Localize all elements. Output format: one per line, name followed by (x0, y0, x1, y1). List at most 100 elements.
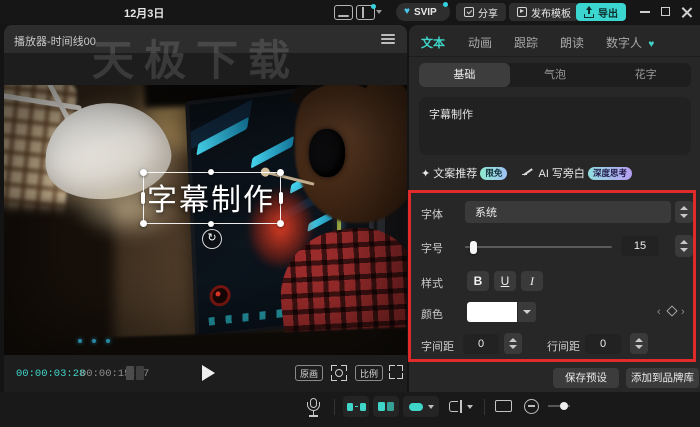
link-clips-button[interactable] (403, 396, 439, 417)
magnifier-icon[interactable] (331, 365, 347, 381)
frames-icon[interactable] (126, 366, 146, 380)
chevron-down-icon (427, 404, 434, 409)
handle-top-right[interactable] (277, 169, 284, 176)
divider (334, 399, 335, 415)
handle-bottom-left[interactable] (140, 220, 147, 227)
tab-text[interactable]: 文本 (421, 34, 445, 51)
deep-think-badge: 深度思考 (588, 167, 633, 180)
free-badge: 限免 (480, 167, 508, 180)
bold-button[interactable]: B (467, 271, 489, 291)
rotate-handle[interactable]: ↻ (202, 229, 222, 249)
handle-mid-left[interactable] (141, 192, 145, 204)
tab-readaloud[interactable]: 朗读 (560, 34, 584, 51)
screen-emblem (209, 284, 232, 308)
keyframe-prev-icon[interactable]: ‹ (657, 306, 661, 318)
handle-bottom-center[interactable] (208, 221, 214, 227)
divider (409, 56, 700, 57)
letter-spacing-value[interactable]: 0 (463, 334, 499, 354)
tab-digital-human[interactable]: 数字人 ♥ (606, 34, 654, 51)
subtab-track: 基础 气泡 花字 (419, 63, 691, 87)
overlay-text[interactable]: 字幕制作 (140, 175, 282, 219)
window-maximize-button[interactable] (661, 7, 670, 16)
timeline-zoom-slider[interactable] (548, 402, 570, 410)
preview-axis-icon[interactable] (495, 400, 512, 412)
ai-narration-button[interactable]: AI 写旁白 (538, 168, 584, 180)
tab-animation[interactable]: 动画 (468, 34, 492, 51)
font-dropdown[interactable]: 系统 (465, 201, 671, 223)
divider (484, 399, 485, 415)
copy-reco-button[interactable]: 文案推荐 (433, 168, 477, 180)
keyframe-diamond-icon[interactable] (666, 305, 678, 317)
subtab-bubble[interactable]: 气泡 (510, 63, 601, 87)
line-spacing-value[interactable]: 0 (585, 334, 621, 354)
export-button[interactable]: 导出 (576, 3, 626, 21)
font-label: 字体 (421, 209, 443, 221)
color-dropdown-button[interactable] (518, 302, 536, 322)
auto-captions-button[interactable] (373, 396, 399, 417)
keyboard-leds (78, 339, 124, 345)
line-spacing-stepper[interactable] (630, 333, 648, 354)
date-label: 12月3日 (124, 8, 165, 20)
captions-panel-icon[interactable] (334, 5, 353, 20)
chevron-down-icon (466, 404, 473, 409)
underline-button[interactable]: U (494, 271, 516, 291)
text-settings-panel: 文本 动画 跟踪 朗读 数字人 ♥ 基础 气泡 花字 字幕制作 ✦ 文案推荐 限… (408, 25, 700, 392)
timeline-toolbar: Z 这里下载站 heredown.com (0, 392, 700, 427)
window-minimize-button[interactable] (640, 11, 650, 13)
heart-icon: ♥ (404, 6, 410, 17)
app-window: 12月3日 ♥ SVIP 分享 发布模板 导出 播放器-时间线00 天极下载 字… (0, 0, 700, 427)
export-upload-icon (584, 5, 594, 18)
zoom-out-icon[interactable] (524, 399, 539, 414)
add-to-brand-button[interactable]: 添加到品牌库 (626, 368, 699, 388)
split-clip-button[interactable] (343, 396, 369, 417)
ai-pen-icon (522, 167, 533, 177)
size-stepper[interactable] (675, 235, 693, 257)
layout-panel-icon[interactable] (356, 4, 376, 20)
text-overlay-selection[interactable]: 字幕制作 ↻ (140, 169, 284, 249)
line-spacing-label: 行间距 (547, 341, 580, 353)
size-slider[interactable] (465, 240, 612, 254)
size-label: 字号 (421, 243, 443, 255)
svip-label: SVIP (413, 6, 437, 18)
subtab-fancy-text[interactable]: 花字 (600, 63, 691, 87)
size-slider-thumb[interactable] (470, 240, 477, 254)
player-menu-icon[interactable] (381, 34, 395, 44)
handle-mid-right[interactable] (279, 192, 283, 204)
tab-tracking[interactable]: 跟踪 (514, 34, 538, 51)
export-label: 导出 (598, 8, 618, 20)
font-stepper[interactable] (675, 201, 693, 223)
fullscreen-icon[interactable] (389, 365, 403, 379)
current-time: 00:00:03:28 (16, 368, 86, 380)
letter-spacing-label: 字间距 (421, 341, 454, 353)
italic-button[interactable]: I (521, 271, 543, 291)
share-button[interactable]: 分享 (456, 3, 506, 21)
select-tool-button[interactable] (445, 396, 477, 417)
handle-top-center[interactable] (208, 169, 214, 175)
save-preset-button[interactable]: 保存预设 (553, 368, 619, 388)
size-value[interactable]: 15 (621, 236, 659, 256)
title-bar: 12月3日 ♥ SVIP 分享 发布模板 导出 (0, 0, 700, 24)
publish-template-button[interactable]: 发布模板 (509, 3, 579, 21)
ratio-button[interactable]: 比例 (355, 365, 384, 381)
play-button[interactable] (202, 365, 215, 381)
caption-text-input[interactable]: 字幕制作 (419, 97, 691, 155)
svip-button[interactable]: ♥ SVIP (396, 2, 450, 21)
video-viewport[interactable]: 字幕制作 ↻ (4, 85, 407, 355)
window-close-button[interactable] (681, 6, 692, 18)
record-mic-icon[interactable] (306, 398, 321, 417)
color-swatch[interactable] (467, 302, 517, 322)
handle-top-left[interactable] (140, 169, 147, 176)
keyframe-next-icon[interactable]: › (681, 306, 685, 318)
gem-icon: ♥ (648, 39, 655, 50)
publish-label: 发布模板 (531, 8, 571, 20)
color-label: 颜色 (421, 309, 443, 321)
handle-bottom-right[interactable] (277, 220, 284, 227)
letter-spacing-stepper[interactable] (504, 333, 522, 354)
publish-icon (517, 7, 527, 17)
recommendation-row: ✦ 文案推荐 限免 AI 写旁白 深度思考 (421, 165, 693, 181)
chevron-down-icon[interactable] (376, 10, 382, 14)
style-label: 样式 (421, 278, 443, 290)
subtab-basic[interactable]: 基础 (419, 63, 510, 87)
original-quality-button[interactable]: 原画 (295, 365, 324, 381)
sparkle-icon: ✦ (421, 168, 431, 180)
